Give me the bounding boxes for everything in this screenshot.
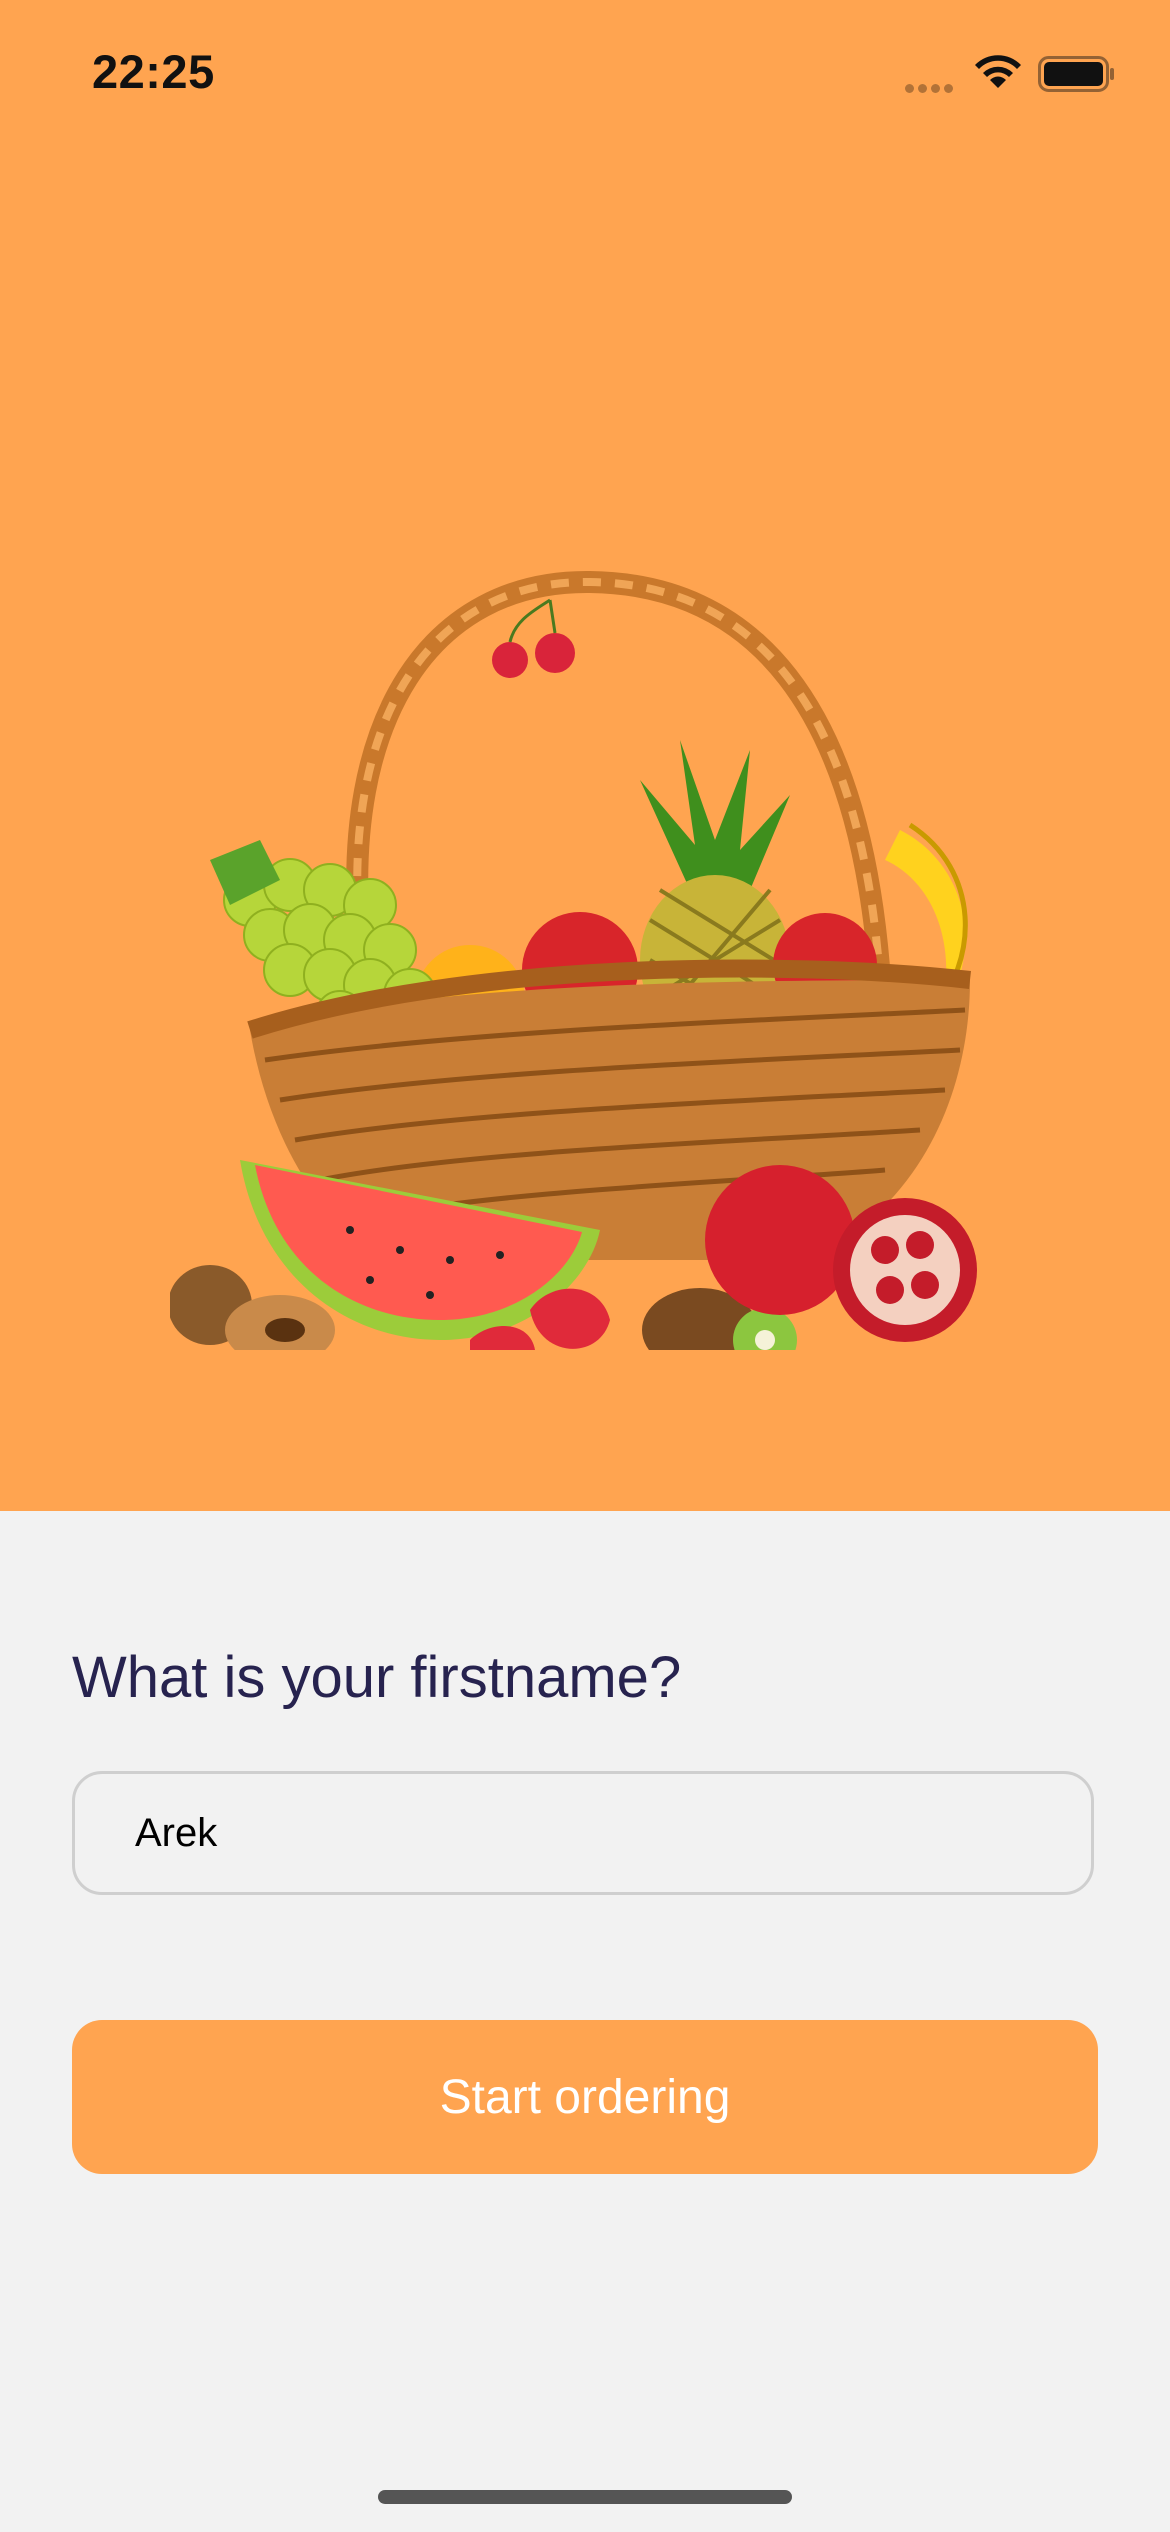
firstname-input[interactable]: [72, 1771, 1094, 1895]
status-bar: 22:25: [0, 0, 1170, 150]
cellular-signal-icon: [905, 80, 957, 93]
firstname-question: What is your firstname?: [72, 1645, 682, 1710]
home-indicator[interactable]: [378, 2490, 792, 2504]
wifi-icon: [975, 55, 1021, 88]
battery-icon: [1038, 56, 1114, 92]
fruit-basket-illustration: [170, 570, 1010, 1360]
hero-banner: 22:25: [0, 0, 1170, 1511]
start-ordering-button[interactable]: Start ordering: [72, 2020, 1098, 2174]
status-time: 22:25: [92, 45, 215, 98]
